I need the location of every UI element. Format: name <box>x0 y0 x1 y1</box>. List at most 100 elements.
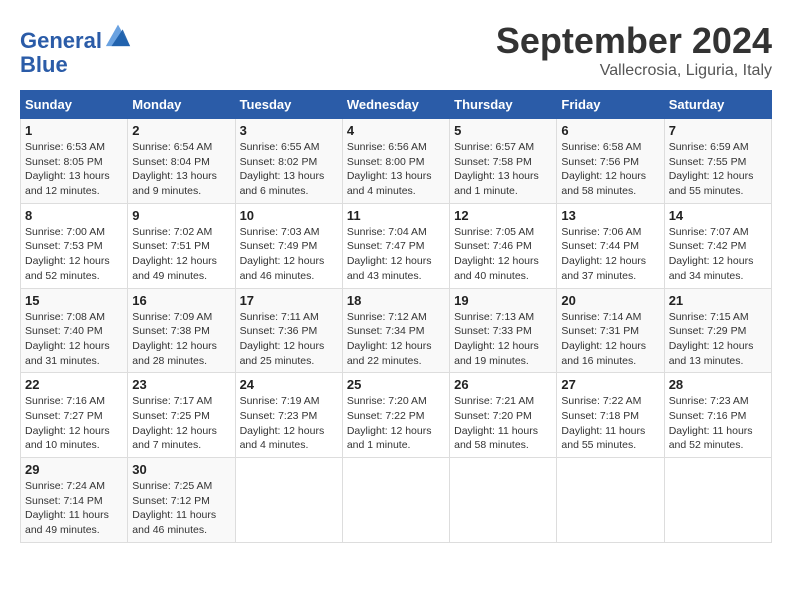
table-row: 22 Sunrise: 7:16 AM Sunset: 7:27 PM Dayl… <box>21 373 772 458</box>
day-info: Sunrise: 7:12 AM Sunset: 7:34 PM Dayligh… <box>347 310 445 369</box>
day-number: 22 <box>25 377 123 392</box>
calendar-cell-day-24: 24 Sunrise: 7:19 AM Sunset: 7:23 PM Dayl… <box>235 373 342 458</box>
calendar-cell-day-14: 14 Sunrise: 7:07 AM Sunset: 7:42 PM Dayl… <box>664 203 771 288</box>
calendar-cell-day-30: 30 Sunrise: 7:25 AM Sunset: 7:12 PM Dayl… <box>128 458 235 543</box>
day-number: 14 <box>669 208 767 223</box>
day-number: 24 <box>240 377 338 392</box>
day-info: Sunrise: 7:25 AM Sunset: 7:12 PM Dayligh… <box>132 479 230 538</box>
calendar-cell-day-13: 13 Sunrise: 7:06 AM Sunset: 7:44 PM Dayl… <box>557 203 664 288</box>
day-info: Sunrise: 7:11 AM Sunset: 7:36 PM Dayligh… <box>240 310 338 369</box>
calendar-cell-day-15: 15 Sunrise: 7:08 AM Sunset: 7:40 PM Dayl… <box>21 288 128 373</box>
day-info: Sunrise: 6:58 AM Sunset: 7:56 PM Dayligh… <box>561 140 659 199</box>
day-info: Sunrise: 7:20 AM Sunset: 7:22 PM Dayligh… <box>347 394 445 453</box>
calendar-cell-day-5: 5 Sunrise: 6:57 AM Sunset: 7:58 PM Dayli… <box>450 119 557 204</box>
day-number: 27 <box>561 377 659 392</box>
col-thursday: Thursday <box>450 91 557 119</box>
day-info: Sunrise: 7:05 AM Sunset: 7:46 PM Dayligh… <box>454 225 552 284</box>
logo-blue: Blue <box>20 53 132 77</box>
day-number: 18 <box>347 293 445 308</box>
day-number: 12 <box>454 208 552 223</box>
day-number: 13 <box>561 208 659 223</box>
table-row: 29 Sunrise: 7:24 AM Sunset: 7:14 PM Dayl… <box>21 458 772 543</box>
day-info: Sunrise: 6:56 AM Sunset: 8:00 PM Dayligh… <box>347 140 445 199</box>
day-number: 6 <box>561 123 659 138</box>
logo-icon <box>104 20 132 48</box>
day-info: Sunrise: 7:02 AM Sunset: 7:51 PM Dayligh… <box>132 225 230 284</box>
day-info: Sunrise: 6:54 AM Sunset: 8:04 PM Dayligh… <box>132 140 230 199</box>
logo: General Blue <box>20 20 132 77</box>
calendar-cell-day-12: 12 Sunrise: 7:05 AM Sunset: 7:46 PM Dayl… <box>450 203 557 288</box>
day-number: 23 <box>132 377 230 392</box>
calendar-cell-day-1: 1 Sunrise: 6:53 AM Sunset: 8:05 PM Dayli… <box>21 119 128 204</box>
day-info: Sunrise: 7:04 AM Sunset: 7:47 PM Dayligh… <box>347 225 445 284</box>
day-number: 11 <box>347 208 445 223</box>
day-number: 19 <box>454 293 552 308</box>
empty-cell <box>557 458 664 543</box>
logo-general: General <box>20 28 102 53</box>
calendar-cell-day-21: 21 Sunrise: 7:15 AM Sunset: 7:29 PM Dayl… <box>664 288 771 373</box>
day-number: 30 <box>132 462 230 477</box>
calendar-cell-day-11: 11 Sunrise: 7:04 AM Sunset: 7:47 PM Dayl… <box>342 203 449 288</box>
empty-cell <box>235 458 342 543</box>
calendar-cell-day-29: 29 Sunrise: 7:24 AM Sunset: 7:14 PM Dayl… <box>21 458 128 543</box>
calendar-cell-day-27: 27 Sunrise: 7:22 AM Sunset: 7:18 PM Dayl… <box>557 373 664 458</box>
day-number: 1 <box>25 123 123 138</box>
day-info: Sunrise: 7:19 AM Sunset: 7:23 PM Dayligh… <box>240 394 338 453</box>
day-info: Sunrise: 7:16 AM Sunset: 7:27 PM Dayligh… <box>25 394 123 453</box>
calendar-cell-day-16: 16 Sunrise: 7:09 AM Sunset: 7:38 PM Dayl… <box>128 288 235 373</box>
empty-cell <box>664 458 771 543</box>
table-row: 1 Sunrise: 6:53 AM Sunset: 8:05 PM Dayli… <box>21 119 772 204</box>
day-number: 15 <box>25 293 123 308</box>
day-number: 28 <box>669 377 767 392</box>
title-block: September 2024 Vallecrosia, Liguria, Ita… <box>496 20 772 80</box>
day-info: Sunrise: 7:22 AM Sunset: 7:18 PM Dayligh… <box>561 394 659 453</box>
calendar-cell-day-26: 26 Sunrise: 7:21 AM Sunset: 7:20 PM Dayl… <box>450 373 557 458</box>
col-sunday: Sunday <box>21 91 128 119</box>
calendar-cell-day-8: 8 Sunrise: 7:00 AM Sunset: 7:53 PM Dayli… <box>21 203 128 288</box>
day-number: 5 <box>454 123 552 138</box>
day-info: Sunrise: 7:23 AM Sunset: 7:16 PM Dayligh… <box>669 394 767 453</box>
table-row: 15 Sunrise: 7:08 AM Sunset: 7:40 PM Dayl… <box>21 288 772 373</box>
day-info: Sunrise: 7:24 AM Sunset: 7:14 PM Dayligh… <box>25 479 123 538</box>
day-number: 3 <box>240 123 338 138</box>
day-info: Sunrise: 6:57 AM Sunset: 7:58 PM Dayligh… <box>454 140 552 199</box>
calendar-cell-day-20: 20 Sunrise: 7:14 AM Sunset: 7:31 PM Dayl… <box>557 288 664 373</box>
day-info: Sunrise: 7:15 AM Sunset: 7:29 PM Dayligh… <box>669 310 767 369</box>
day-number: 29 <box>25 462 123 477</box>
day-info: Sunrise: 7:00 AM Sunset: 7:53 PM Dayligh… <box>25 225 123 284</box>
day-info: Sunrise: 7:14 AM Sunset: 7:31 PM Dayligh… <box>561 310 659 369</box>
calendar-cell-day-3: 3 Sunrise: 6:55 AM Sunset: 8:02 PM Dayli… <box>235 119 342 204</box>
day-info: Sunrise: 7:08 AM Sunset: 7:40 PM Dayligh… <box>25 310 123 369</box>
calendar-cell-day-9: 9 Sunrise: 7:02 AM Sunset: 7:51 PM Dayli… <box>128 203 235 288</box>
calendar-cell-day-2: 2 Sunrise: 6:54 AM Sunset: 8:04 PM Dayli… <box>128 119 235 204</box>
day-number: 9 <box>132 208 230 223</box>
day-number: 20 <box>561 293 659 308</box>
day-number: 8 <box>25 208 123 223</box>
calendar-cell-day-10: 10 Sunrise: 7:03 AM Sunset: 7:49 PM Dayl… <box>235 203 342 288</box>
day-number: 10 <box>240 208 338 223</box>
calendar-cell-day-17: 17 Sunrise: 7:11 AM Sunset: 7:36 PM Dayl… <box>235 288 342 373</box>
day-info: Sunrise: 7:21 AM Sunset: 7:20 PM Dayligh… <box>454 394 552 453</box>
col-tuesday: Tuesday <box>235 91 342 119</box>
day-info: Sunrise: 6:59 AM Sunset: 7:55 PM Dayligh… <box>669 140 767 199</box>
calendar-cell-day-7: 7 Sunrise: 6:59 AM Sunset: 7:55 PM Dayli… <box>664 119 771 204</box>
calendar-cell-day-22: 22 Sunrise: 7:16 AM Sunset: 7:27 PM Dayl… <box>21 373 128 458</box>
calendar-cell-day-25: 25 Sunrise: 7:20 AM Sunset: 7:22 PM Dayl… <box>342 373 449 458</box>
calendar-cell-day-18: 18 Sunrise: 7:12 AM Sunset: 7:34 PM Dayl… <box>342 288 449 373</box>
calendar-cell-day-23: 23 Sunrise: 7:17 AM Sunset: 7:25 PM Dayl… <box>128 373 235 458</box>
col-friday: Friday <box>557 91 664 119</box>
col-monday: Monday <box>128 91 235 119</box>
day-info: Sunrise: 7:06 AM Sunset: 7:44 PM Dayligh… <box>561 225 659 284</box>
day-number: 26 <box>454 377 552 392</box>
day-info: Sunrise: 6:53 AM Sunset: 8:05 PM Dayligh… <box>25 140 123 199</box>
day-number: 7 <box>669 123 767 138</box>
col-wednesday: Wednesday <box>342 91 449 119</box>
empty-cell <box>342 458 449 543</box>
day-info: Sunrise: 6:55 AM Sunset: 8:02 PM Dayligh… <box>240 140 338 199</box>
month-title: September 2024 <box>496 20 772 62</box>
calendar-cell-day-19: 19 Sunrise: 7:13 AM Sunset: 7:33 PM Dayl… <box>450 288 557 373</box>
calendar-cell-day-4: 4 Sunrise: 6:56 AM Sunset: 8:00 PM Dayli… <box>342 119 449 204</box>
logo-text: General <box>20 20 132 53</box>
calendar-header-row: Sunday Monday Tuesday Wednesday Thursday… <box>21 91 772 119</box>
location-title: Vallecrosia, Liguria, Italy <box>496 62 772 80</box>
